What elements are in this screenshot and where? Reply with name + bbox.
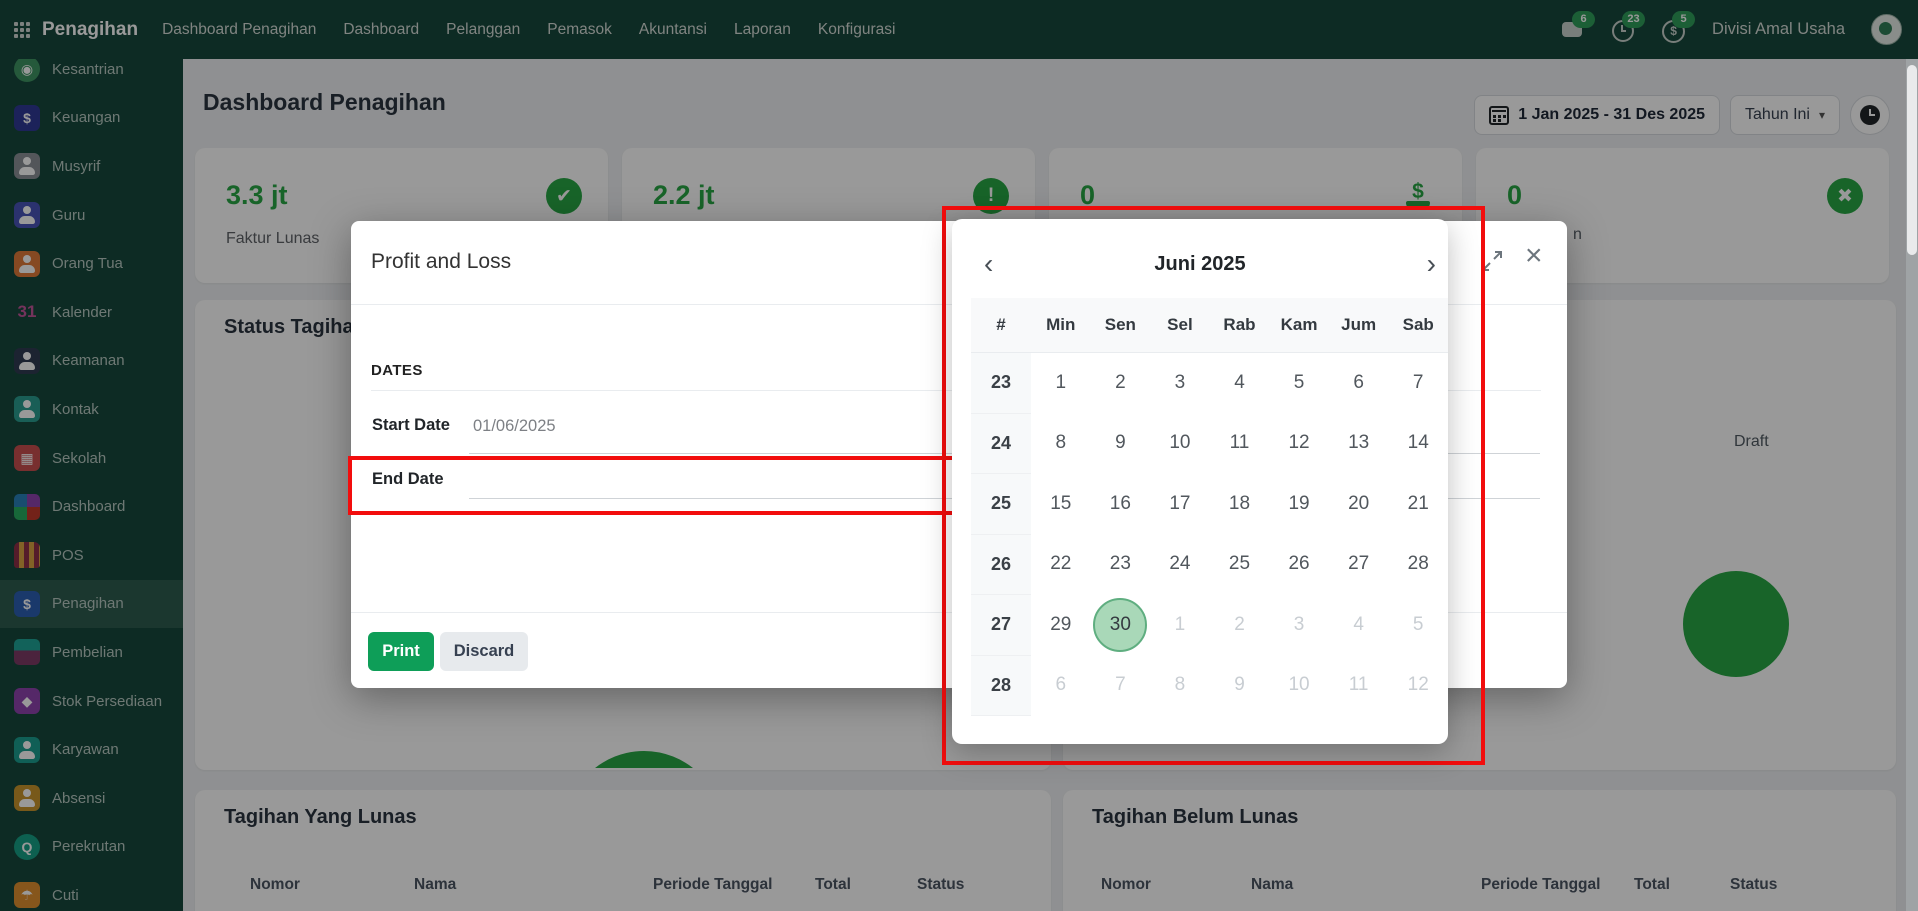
- end-date-label: End Date: [372, 470, 444, 489]
- calendar-day-17[interactable]: 17: [1150, 474, 1210, 534]
- calendar-day-12[interactable]: 12: [1269, 414, 1329, 474]
- calendar-dow-min: Min: [1031, 298, 1091, 353]
- prev-month-icon[interactable]: ‹: [984, 248, 993, 280]
- week-number: 26: [971, 535, 1031, 596]
- calendar-day-9[interactable]: 9: [1091, 414, 1151, 474]
- calendar-day-7-next[interactable]: 7: [1091, 656, 1151, 716]
- calendar-day-1-next[interactable]: 1: [1150, 595, 1210, 655]
- modal-title: Profit and Loss: [371, 250, 511, 274]
- calendar-day-24[interactable]: 24: [1150, 535, 1210, 595]
- calendar-day-19[interactable]: 19: [1269, 474, 1329, 534]
- calendar-day-29[interactable]: 29: [1031, 595, 1091, 655]
- calendar-week-row: 286789101112: [971, 656, 1448, 717]
- scrollbar-track[interactable]: [1906, 59, 1918, 911]
- calendar-day-25[interactable]: 25: [1210, 535, 1270, 595]
- next-month-icon[interactable]: ›: [1427, 248, 1436, 280]
- calendar-day-8[interactable]: 8: [1031, 414, 1091, 474]
- calendar-day-10-next[interactable]: 10: [1269, 656, 1329, 716]
- calendar-week-row: 2515161718192021: [971, 474, 1448, 535]
- calendar-day-13[interactable]: 13: [1329, 414, 1389, 474]
- calendar-day-6[interactable]: 6: [1329, 353, 1389, 413]
- calendar-day-11[interactable]: 11: [1210, 414, 1270, 474]
- calendar-day-8-next[interactable]: 8: [1150, 656, 1210, 716]
- selected-day: 30: [1093, 598, 1147, 652]
- calendar-day-26[interactable]: 26: [1269, 535, 1329, 595]
- calendar-dow-rab: Rab: [1210, 298, 1270, 353]
- week-number: 25: [971, 474, 1031, 535]
- start-date-label: Start Date: [372, 416, 450, 435]
- calendar-day-5-next[interactable]: 5: [1388, 595, 1448, 655]
- calendar-dow-row: #MinSenSelRabKamJumSab: [971, 298, 1448, 353]
- calendar-dow-sen: Sen: [1091, 298, 1151, 353]
- calendar-day-12-next[interactable]: 12: [1388, 656, 1448, 716]
- calendar-day-6-next[interactable]: 6: [1031, 656, 1091, 716]
- calendar-day-3-next[interactable]: 3: [1269, 595, 1329, 655]
- calendar-day-9-next[interactable]: 9: [1210, 656, 1270, 716]
- calendar-month-title[interactable]: Juni 2025: [952, 253, 1448, 276]
- calendar-day-3[interactable]: 3: [1150, 353, 1210, 413]
- calendar-dow-jum: Jum: [1329, 298, 1389, 353]
- calendar-week-row: 24891011121314: [971, 414, 1448, 475]
- calendar-week-row: 231234567: [971, 353, 1448, 414]
- discard-button[interactable]: Discard: [440, 632, 528, 671]
- calendar-day-5[interactable]: 5: [1269, 353, 1329, 413]
- calendar-dow-sab: Sab: [1388, 298, 1448, 353]
- calendar-day-4-next[interactable]: 4: [1329, 595, 1389, 655]
- calendar-day-14[interactable]: 14: [1388, 414, 1448, 474]
- week-number: 28: [971, 656, 1031, 717]
- calendar-day-7[interactable]: 7: [1388, 353, 1448, 413]
- dates-section-label: DATES: [371, 362, 423, 379]
- calendar-day-28[interactable]: 28: [1388, 535, 1448, 595]
- calendar-week-row: 27293012345: [971, 595, 1448, 656]
- calendar-day-15[interactable]: 15: [1031, 474, 1091, 534]
- print-button[interactable]: Print: [368, 632, 434, 671]
- start-date-input[interactable]: 01/06/2025: [473, 417, 556, 436]
- calendar-day-2-next[interactable]: 2: [1210, 595, 1270, 655]
- week-number: 24: [971, 414, 1031, 475]
- calendar-dow--: #: [971, 298, 1031, 353]
- close-icon[interactable]: ×: [1525, 241, 1543, 271]
- calendar-day-21[interactable]: 21: [1388, 474, 1448, 534]
- calendar-day-10[interactable]: 10: [1150, 414, 1210, 474]
- calendar-day-11-next[interactable]: 11: [1329, 656, 1389, 716]
- calendar-day-23[interactable]: 23: [1091, 535, 1151, 595]
- scrollbar-thumb[interactable]: [1907, 65, 1917, 255]
- expand-icon[interactable]: [1481, 250, 1503, 272]
- calendar-day-30[interactable]: 30: [1091, 595, 1151, 655]
- calendar-day-20[interactable]: 20: [1329, 474, 1389, 534]
- calendar-dow-sel: Sel: [1150, 298, 1210, 353]
- datepicker-popup: ‹ Juni 2025 › #MinSenSelRabKamJumSab2312…: [952, 219, 1448, 744]
- week-number: 27: [971, 595, 1031, 656]
- calendar-day-22[interactable]: 22: [1031, 535, 1091, 595]
- calendar-day-1[interactable]: 1: [1031, 353, 1091, 413]
- calendar-day-16[interactable]: 16: [1091, 474, 1151, 534]
- calendar-dow-kam: Kam: [1269, 298, 1329, 353]
- calendar-week-row: 2622232425262728: [971, 535, 1448, 596]
- calendar-day-18[interactable]: 18: [1210, 474, 1270, 534]
- calendar-day-2[interactable]: 2: [1091, 353, 1151, 413]
- calendar-day-4[interactable]: 4: [1210, 353, 1270, 413]
- week-number: 23: [971, 353, 1031, 414]
- calendar-day-27[interactable]: 27: [1329, 535, 1389, 595]
